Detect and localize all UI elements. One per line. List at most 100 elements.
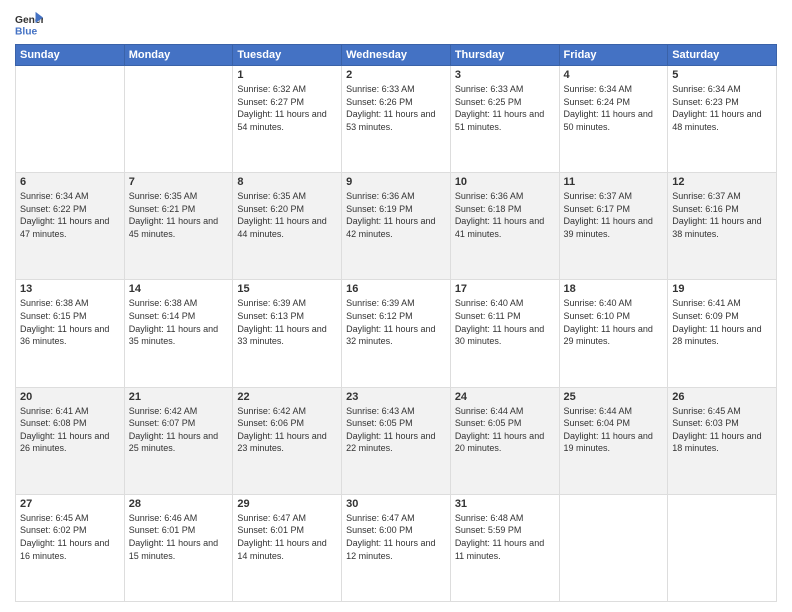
day-number: 14	[129, 283, 229, 295]
weekday-header: Friday	[559, 45, 668, 66]
day-info: Sunrise: 6:36 AM Sunset: 6:19 PM Dayligh…	[346, 190, 446, 240]
calendar-cell: 21 Sunrise: 6:42 AM Sunset: 6:07 PM Dayli…	[124, 387, 233, 494]
calendar-cell: 18 Sunrise: 6:40 AM Sunset: 6:10 PM Dayli…	[559, 280, 668, 387]
day-info: Sunrise: 6:44 AM Sunset: 6:05 PM Dayligh…	[455, 405, 555, 455]
day-number: 23	[346, 391, 446, 403]
calendar-cell: 13 Sunrise: 6:38 AM Sunset: 6:15 PM Dayli…	[16, 280, 125, 387]
day-number: 4	[564, 69, 664, 81]
calendar-cell: 30 Sunrise: 6:47 AM Sunset: 6:00 PM Dayli…	[342, 494, 451, 601]
day-number: 20	[20, 391, 120, 403]
day-info: Sunrise: 6:34 AM Sunset: 6:22 PM Dayligh…	[20, 190, 120, 240]
day-number: 24	[455, 391, 555, 403]
day-number: 17	[455, 283, 555, 295]
calendar-week-row: 27 Sunrise: 6:45 AM Sunset: 6:02 PM Dayli…	[16, 494, 777, 601]
calendar-cell: 20 Sunrise: 6:41 AM Sunset: 6:08 PM Dayli…	[16, 387, 125, 494]
day-number: 22	[237, 391, 337, 403]
calendar-cell	[124, 66, 233, 173]
day-number: 12	[672, 176, 772, 188]
calendar-cell: 22Sunrise: 6:42 AM Sunset: 6:06 PM Dayli…	[233, 387, 342, 494]
calendar-cell: 17Sunrise: 6:40 AM Sunset: 6:11 PM Dayli…	[450, 280, 559, 387]
day-number: 26	[672, 391, 772, 403]
day-number: 7	[129, 176, 229, 188]
day-number: 25	[564, 391, 664, 403]
day-info: Sunrise: 6:48 AM Sunset: 5:59 PM Dayligh…	[455, 512, 555, 562]
calendar-cell: 8 Sunrise: 6:35 AM Sunset: 6:20 PM Daylig…	[233, 173, 342, 280]
day-info: Sunrise: 6:38 AM Sunset: 6:14 PM Dayligh…	[129, 297, 229, 347]
day-info: Sunrise: 6:42 AM Sunset: 6:07 PM Dayligh…	[129, 405, 229, 455]
day-number: 3	[455, 69, 555, 81]
day-number: 5	[672, 69, 772, 81]
day-number: 15	[237, 283, 337, 295]
day-number: 10	[455, 176, 555, 188]
day-number: 28	[129, 498, 229, 510]
calendar-cell: 24 Sunrise: 6:44 AM Sunset: 6:05 PM Dayli…	[450, 387, 559, 494]
calendar-cell: 3 Sunrise: 6:33 AM Sunset: 6:25 PM Daylig…	[450, 66, 559, 173]
day-number: 2	[346, 69, 446, 81]
logo: General Blue	[15, 10, 43, 38]
day-info: Sunrise: 6:39 AM Sunset: 6:12 PM Dayligh…	[346, 297, 446, 347]
day-number: 30	[346, 498, 446, 510]
day-number: 19	[672, 283, 772, 295]
day-number: 13	[20, 283, 120, 295]
calendar-week-row: 6 Sunrise: 6:34 AM Sunset: 6:22 PM Daylig…	[16, 173, 777, 280]
day-info: Sunrise: 6:46 AM Sunset: 6:01 PM Dayligh…	[129, 512, 229, 562]
day-info: Sunrise: 6:32 AM Sunset: 6:27 PM Dayligh…	[237, 83, 337, 133]
svg-text:Blue: Blue	[15, 26, 38, 37]
day-info: Sunrise: 6:38 AM Sunset: 6:15 PM Dayligh…	[20, 297, 120, 347]
calendar-cell: 25Sunrise: 6:44 AM Sunset: 6:04 PM Dayli…	[559, 387, 668, 494]
calendar-table: SundayMondayTuesdayWednesdayThursdayFrid…	[15, 44, 777, 602]
calendar-week-row: 1Sunrise: 6:32 AM Sunset: 6:27 PM Daylig…	[16, 66, 777, 173]
day-info: Sunrise: 6:34 AM Sunset: 6:24 PM Dayligh…	[564, 83, 664, 133]
calendar-cell	[668, 494, 777, 601]
calendar-cell: 12 Sunrise: 6:37 AM Sunset: 6:16 PM Dayli…	[668, 173, 777, 280]
calendar-cell: 15 Sunrise: 6:39 AM Sunset: 6:13 PM Dayli…	[233, 280, 342, 387]
calendar-cell: 23 Sunrise: 6:43 AM Sunset: 6:05 PM Dayli…	[342, 387, 451, 494]
day-info: Sunrise: 6:33 AM Sunset: 6:25 PM Dayligh…	[455, 83, 555, 133]
day-number: 6	[20, 176, 120, 188]
day-number: 11	[564, 176, 664, 188]
day-info: Sunrise: 6:41 AM Sunset: 6:08 PM Dayligh…	[20, 405, 120, 455]
day-number: 9	[346, 176, 446, 188]
calendar-cell: 2 Sunrise: 6:33 AM Sunset: 6:26 PM Daylig…	[342, 66, 451, 173]
calendar-week-row: 20 Sunrise: 6:41 AM Sunset: 6:08 PM Dayli…	[16, 387, 777, 494]
header: General Blue	[15, 10, 777, 38]
calendar-cell	[16, 66, 125, 173]
calendar-cell: 19Sunrise: 6:41 AM Sunset: 6:09 PM Dayli…	[668, 280, 777, 387]
day-info: Sunrise: 6:33 AM Sunset: 6:26 PM Dayligh…	[346, 83, 446, 133]
day-info: Sunrise: 6:45 AM Sunset: 6:02 PM Dayligh…	[20, 512, 120, 562]
day-info: Sunrise: 6:47 AM Sunset: 6:00 PM Dayligh…	[346, 512, 446, 562]
calendar-cell: 9 Sunrise: 6:36 AM Sunset: 6:19 PM Daylig…	[342, 173, 451, 280]
logo-icon: General Blue	[15, 10, 43, 38]
day-info: Sunrise: 6:43 AM Sunset: 6:05 PM Dayligh…	[346, 405, 446, 455]
day-info: Sunrise: 6:39 AM Sunset: 6:13 PM Dayligh…	[237, 297, 337, 347]
calendar-cell: 5 Sunrise: 6:34 AM Sunset: 6:23 PM Daylig…	[668, 66, 777, 173]
calendar-cell: 27 Sunrise: 6:45 AM Sunset: 6:02 PM Dayli…	[16, 494, 125, 601]
weekday-header: Sunday	[16, 45, 125, 66]
calendar-cell: 26 Sunrise: 6:45 AM Sunset: 6:03 PM Dayli…	[668, 387, 777, 494]
day-number: 8	[237, 176, 337, 188]
day-number: 21	[129, 391, 229, 403]
day-number: 29	[237, 498, 337, 510]
calendar-cell	[559, 494, 668, 601]
day-info: Sunrise: 6:37 AM Sunset: 6:16 PM Dayligh…	[672, 190, 772, 240]
weekday-header: Saturday	[668, 45, 777, 66]
calendar-cell: 16Sunrise: 6:39 AM Sunset: 6:12 PM Dayli…	[342, 280, 451, 387]
day-number: 27	[20, 498, 120, 510]
day-info: Sunrise: 6:36 AM Sunset: 6:18 PM Dayligh…	[455, 190, 555, 240]
weekday-header: Thursday	[450, 45, 559, 66]
day-info: Sunrise: 6:34 AM Sunset: 6:23 PM Dayligh…	[672, 83, 772, 133]
calendar-cell: 4 Sunrise: 6:34 AM Sunset: 6:24 PM Daylig…	[559, 66, 668, 173]
day-info: Sunrise: 6:35 AM Sunset: 6:20 PM Dayligh…	[237, 190, 337, 240]
calendar-cell: 1Sunrise: 6:32 AM Sunset: 6:27 PM Daylig…	[233, 66, 342, 173]
day-info: Sunrise: 6:40 AM Sunset: 6:10 PM Dayligh…	[564, 297, 664, 347]
weekday-header-row: SundayMondayTuesdayWednesdayThursdayFrid…	[16, 45, 777, 66]
day-info: Sunrise: 6:35 AM Sunset: 6:21 PM Dayligh…	[129, 190, 229, 240]
day-number: 18	[564, 283, 664, 295]
calendar-cell: 29Sunrise: 6:47 AM Sunset: 6:01 PM Dayli…	[233, 494, 342, 601]
weekday-header: Wednesday	[342, 45, 451, 66]
day-info: Sunrise: 6:37 AM Sunset: 6:17 PM Dayligh…	[564, 190, 664, 240]
day-info: Sunrise: 6:45 AM Sunset: 6:03 PM Dayligh…	[672, 405, 772, 455]
calendar-cell: 6 Sunrise: 6:34 AM Sunset: 6:22 PM Daylig…	[16, 173, 125, 280]
calendar-cell: 7 Sunrise: 6:35 AM Sunset: 6:21 PM Daylig…	[124, 173, 233, 280]
weekday-header: Monday	[124, 45, 233, 66]
